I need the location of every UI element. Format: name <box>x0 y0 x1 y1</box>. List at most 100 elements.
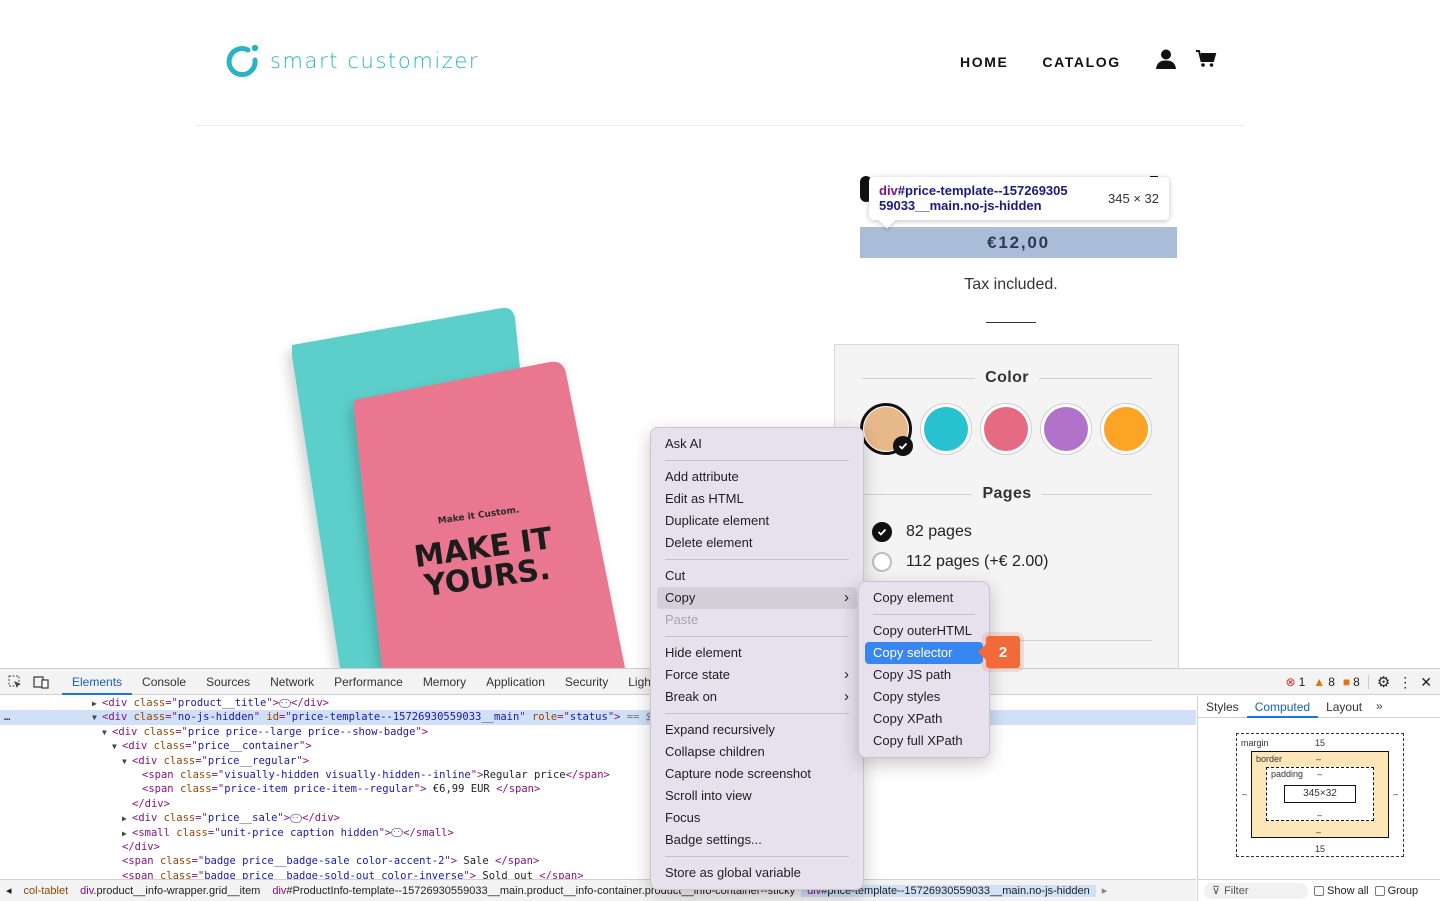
nav-catalog[interactable]: CATALOG <box>1042 54 1120 70</box>
show-all-checkbox[interactable]: Show all <box>1314 885 1369 897</box>
devtools-tab-performance[interactable]: Performance <box>324 669 413 695</box>
ellipsis-icon[interactable]: ··· <box>391 828 405 838</box>
collapse-triangle-icon[interactable]: ▼ <box>112 740 122 754</box>
devtools-tab-sources[interactable]: Sources <box>196 669 260 695</box>
devtools-tab-network[interactable]: Network <box>260 669 324 695</box>
filter-input[interactable]: ⊽ Filter <box>1204 882 1308 899</box>
devtools-tab-elements[interactable]: Elements <box>62 669 133 695</box>
dom-node[interactable]: ▼ <div class="price price--large price--s… <box>0 725 1196 739</box>
side-tab-styles[interactable]: Styles <box>1198 696 1247 718</box>
devtools-tab-application[interactable]: Application <box>476 669 555 695</box>
side-tab-computed[interactable]: Computed <box>1246 696 1319 718</box>
color-swatch-beige[interactable] <box>860 403 913 456</box>
breadcrumb-scroll-left-icon[interactable]: ◂ <box>0 884 18 897</box>
menu-item-duplicate-element[interactable]: Duplicate element <box>657 510 857 532</box>
dom-node[interactable]: ▼ <div class="price__regular"> <box>0 754 1196 768</box>
menu-item-store-as-global-variable[interactable]: Store as global variable <box>657 862 857 884</box>
color-swatch-orange[interactable] <box>1100 403 1152 455</box>
dom-node[interactable]: </div> <box>0 797 1196 811</box>
breadcrumb-scroll-right-icon[interactable]: ▸ <box>1096 884 1114 897</box>
dom-node[interactable]: ▼ <div class="price__container"> <box>0 739 1196 753</box>
devtools-tab-security[interactable]: Security <box>555 669 618 695</box>
breadcrumb-item[interactable]: col-tablet <box>18 885 75 897</box>
dom-node[interactable]: <span class="price-item price-item--regu… <box>0 782 1196 796</box>
more-options-icon[interactable]: ⋮ <box>1398 674 1412 691</box>
radio-unchecked-icon[interactable] <box>872 552 892 572</box>
swatch-fill <box>984 407 1028 451</box>
expand-triangle-icon[interactable]: ▶ <box>92 697 102 711</box>
swatch-fill <box>1104 407 1148 451</box>
menu-item-badge-settings[interactable]: Badge settings... <box>657 829 857 851</box>
menu-item-edit-as-html[interactable]: Edit as HTML <box>657 488 857 510</box>
submenu-item-copy-outerhtml[interactable]: Copy outerHTML <box>865 620 983 642</box>
group-checkbox[interactable]: Group <box>1374 885 1418 897</box>
dom-node-selected[interactable]: … ▼ <div class="no-js-hidden" id="price-te… <box>0 710 1196 725</box>
color-swatch-purple[interactable] <box>1040 403 1092 455</box>
menu-item-delete-element[interactable]: Delete element <box>657 532 857 554</box>
menu-item-capture-node-screenshot[interactable]: Capture node screenshot <box>657 763 857 785</box>
issue-count[interactable]: ■ 8 <box>1343 675 1360 689</box>
inspect-element-icon[interactable] <box>2 675 28 689</box>
submenu-item-copy-full-xpath[interactable]: Copy full XPath <box>865 730 983 752</box>
devtools-tab-console[interactable]: Console <box>132 669 196 695</box>
close-devtools-icon[interactable]: ✕ <box>1420 674 1432 691</box>
dom-node[interactable]: ▶ <div class="product__title">···</div> <box>0 696 1196 710</box>
product-image[interactable]: Make it Custom. MAKE IT YOURS. <box>270 300 650 668</box>
dom-node[interactable]: <span class="badge price__badge-sold-out… <box>0 869 1196 879</box>
header-divider <box>196 125 1244 126</box>
device-toolbar-icon[interactable] <box>28 675 54 689</box>
side-panel-tabs: Styles Computed Layout <box>1198 696 1440 718</box>
pages-option[interactable]: 112 pages (+€ 2.00) <box>872 552 1048 572</box>
devtools-tab-memory[interactable]: Memory <box>413 669 476 695</box>
pages-option[interactable]: 82 pages <box>872 522 972 542</box>
node-actions-icon[interactable]: … <box>4 710 10 724</box>
menu-item-cut[interactable]: Cut <box>657 565 857 587</box>
account-icon[interactable] <box>1155 48 1177 75</box>
collapse-triangle-icon[interactable]: ▼ <box>102 726 112 740</box>
submenu-item-copy-element[interactable]: Copy element <box>865 587 983 609</box>
expand-triangle-icon[interactable]: ▶ <box>122 827 132 841</box>
color-swatch-pink[interactable] <box>980 403 1032 455</box>
dom-node[interactable]: ▶ <small class="unit-price caption hidden… <box>0 826 1196 840</box>
menu-item-focus[interactable]: Focus <box>657 807 857 829</box>
dom-node[interactable]: </div> <box>0 840 1196 854</box>
settings-gear-icon[interactable]: ⚙ <box>1377 673 1390 691</box>
collapse-triangle-icon[interactable]: ▼ <box>122 755 132 769</box>
menu-item-ask-ai[interactable]: Ask AI <box>657 433 857 455</box>
menu-item-break-on[interactable]: Break on › <box>657 686 857 708</box>
styles-side-panel: Styles Computed Layout » margin 15 15 – – … <box>1197 696 1440 879</box>
menu-item-force-state[interactable]: Force state › <box>657 664 857 686</box>
error-count[interactable]: ⊗ 1 <box>1286 675 1306 689</box>
more-tabs-icon[interactable]: » <box>1376 699 1383 713</box>
collapse-triangle-icon[interactable]: ▼ <box>92 711 102 725</box>
expand-triangle-icon[interactable]: ▶ <box>122 812 132 826</box>
side-tab-layout[interactable]: Layout <box>1318 696 1370 718</box>
menu-item-scroll-into-view[interactable]: Scroll into view <box>657 785 857 807</box>
pages-option-label: 112 pages (+€ 2.00) <box>906 553 1049 570</box>
submenu-item-copy-xpath[interactable]: Copy XPath <box>865 708 983 730</box>
ellipsis-icon[interactable]: ··· <box>279 698 293 708</box>
color-swatch-teal[interactable] <box>920 403 972 455</box>
store-logo[interactable]: smart customizer <box>226 44 479 78</box>
dom-node[interactable]: <span class="badge price__badge-sale col… <box>0 854 1196 868</box>
radio-checked-icon[interactable] <box>872 522 892 542</box>
box-model-diagram: margin 15 15 – – border – – padding – – … <box>1236 733 1404 857</box>
dom-breadcrumbs: ◂ col-tablet div.product__info-wrapper.gri… <box>0 879 1196 901</box>
breadcrumb-item[interactable]: div.product__info-wrapper.grid__item <box>74 885 266 897</box>
warning-count[interactable]: ▲ 8 <box>1313 675 1335 689</box>
submenu-item-copy-selector[interactable]: Copy selector <box>865 642 983 664</box>
menu-item-expand-recursively[interactable]: Expand recursively <box>657 719 857 741</box>
ellipsis-icon[interactable]: ··· <box>290 813 304 823</box>
nav-home[interactable]: HOME <box>960 54 1008 70</box>
menu-item-add-attribute[interactable]: Add attribute <box>657 466 857 488</box>
dom-node[interactable]: ▶ <div class="price__sale">···</div> <box>0 811 1196 825</box>
submenu-item-copy-js-path[interactable]: Copy JS path <box>865 664 983 686</box>
menu-item-copy[interactable]: Copy › <box>657 587 857 609</box>
menu-separator <box>873 614 975 615</box>
menu-item-hide-element[interactable]: Hide element <box>657 642 857 664</box>
menu-item-collapse-children[interactable]: Collapse children <box>657 741 857 763</box>
dom-node[interactable]: <span class="visually-hidden visually-hi… <box>0 768 1196 782</box>
cart-icon[interactable] <box>1195 49 1217 74</box>
submenu-item-copy-styles[interactable]: Copy styles <box>865 686 983 708</box>
elements-dom-tree[interactable]: ▶ <div class="product__title">···</div>… ▼… <box>0 696 1196 879</box>
